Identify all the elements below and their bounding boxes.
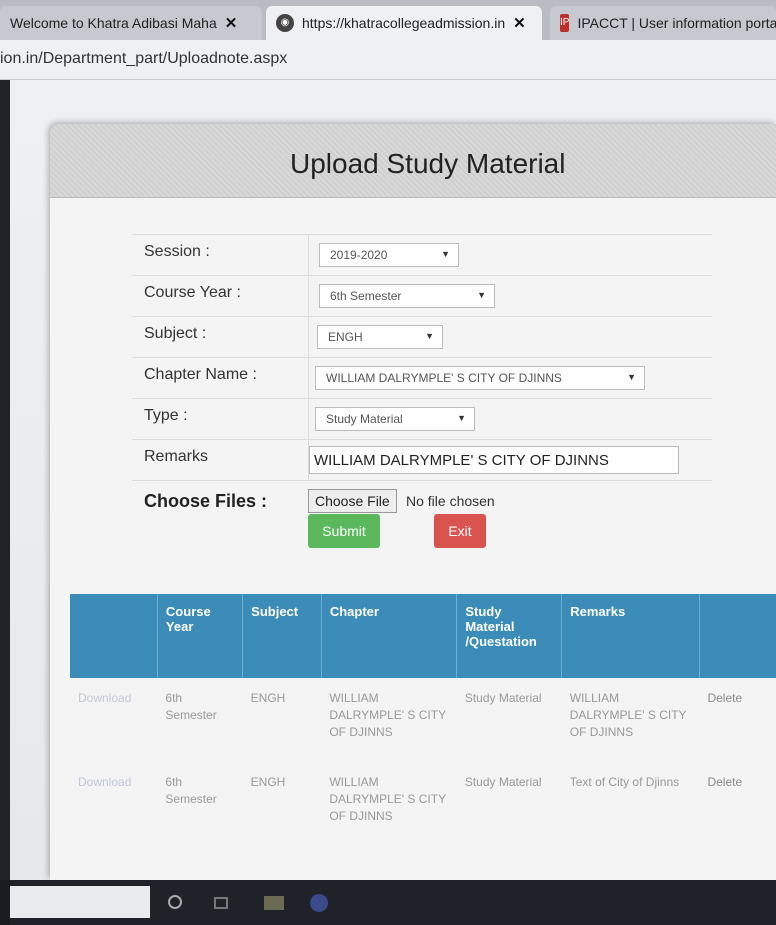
delete-link[interactable]: Delete [699,678,776,762]
delete-link[interactable]: Delete [699,762,776,846]
screen-bezel [0,80,10,880]
cell-chapter: WILLIAM DALRYMPLE' S CITY OF DJINNS [329,775,446,823]
course-year-select[interactable]: 6th Semester ▼ [319,284,495,308]
tab-label: IPACCT | User information porta [577,15,776,31]
materials-table: Course Year Subject Chapter Study Materi… [70,594,776,846]
close-icon[interactable]: ✕ [225,14,238,32]
browser-tab-bar: Welcome to Khatra Adibasi Maha ✕ ◉ https… [0,0,776,40]
task-view-icon[interactable] [214,897,228,909]
course-year-label: Course Year : [144,284,241,301]
cell-remarks: Text of City of Djinns [569,775,680,789]
chevron-down-icon: ▼ [457,413,466,423]
folder-icon[interactable] [264,896,284,910]
cell-chapter: WILLIAM DALRYMPLE' S CITY OF DJINNS [329,691,446,739]
download-link[interactable]: Download [70,678,157,762]
tab-ipacct[interactable]: IP IPACCT | User information porta [550,6,776,40]
cell-course-year: 6th Semester [165,691,217,722]
course-year-row: Course Year : 6th Semester ▼ [132,275,712,317]
type-select[interactable]: Study Material ▼ [315,407,475,431]
page-title: Upload Study Material [290,148,566,179]
cell-subject: ENGH [250,691,286,705]
ipacct-icon: IP [560,14,570,32]
panel-header: Upload Study Material [50,124,776,198]
taskbar-search-box[interactable] [10,886,150,918]
submit-button[interactable]: Submit [308,514,380,548]
download-link[interactable]: Download [70,762,157,846]
session-select[interactable]: 2019-2020 ▼ [319,243,459,267]
cortana-icon[interactable] [168,895,182,909]
cell-remarks: WILLIAM DALRYMPLE' S CITY OF DJINNS [569,691,687,739]
session-label: Session : [144,243,210,260]
files-row: Choose Files : Choose File No file chose… [132,480,712,521]
cell-subject: ENGH [250,775,286,789]
remarks-row: Remarks WILLIAM DALRYMPLE' S CITY OF DJI… [132,439,712,481]
exit-button[interactable]: Exit [434,514,486,548]
column-header: Chapter [321,594,458,678]
subject-select[interactable]: ENGH ▼ [317,325,443,349]
type-label: Type : [144,407,188,424]
os-taskbar [10,880,776,925]
cell-type: Study Material [464,775,542,789]
column-header: Course Year [157,594,244,678]
table-row: Download 6th Semester ENGH WILLIAM DALRY… [70,678,776,762]
column-header: Remarks [561,594,700,678]
remarks-input[interactable]: WILLIAM DALRYMPLE' S CITY OF DJINNS [309,446,679,474]
chevron-down-icon: ▼ [425,331,434,341]
session-row: Session : 2019-2020 ▼ [132,234,712,276]
tab-label: https://khatracollegeadmission.in [302,15,506,31]
column-header [699,594,776,678]
chevron-down-icon: ▼ [477,290,486,300]
cell-course-year: 6th Semester [165,775,217,806]
chapter-row: Chapter Name : WILLIAM DALRYMPLE' S CITY… [132,357,712,399]
column-header: Subject [242,594,322,678]
table-header-row: Course Year Subject Chapter Study Materi… [70,594,776,678]
address-bar[interactable]: ion.in/Department_part/Uploadnote.aspx [0,40,776,80]
browser-icon[interactable] [310,894,328,912]
page-viewport: Upload Study Material Session : 2019-202… [10,80,776,880]
table-row: Download 6th Semester ENGH WILLIAM DALRY… [70,762,776,846]
column-header: Study Material /Questation [456,594,563,678]
files-label: Choose Files : [144,491,268,511]
url-text[interactable]: ion.in/Department_part/Uploadnote.aspx [0,50,287,68]
type-row: Type : Study Material ▼ [132,398,712,440]
chapter-label: Chapter Name : [144,366,257,383]
column-header [70,594,158,678]
upload-panel: Upload Study Material Session : 2019-202… [50,124,776,880]
site-icon: ◉ [276,14,294,32]
cell-type: Study Material [464,691,542,705]
chapter-select[interactable]: WILLIAM DALRYMPLE' S CITY OF DJINNS ▼ [315,366,645,390]
chevron-down-icon: ▼ [441,249,450,259]
close-icon[interactable]: ✕ [513,14,526,32]
file-status: No file chosen [406,493,495,509]
remarks-label: Remarks [144,448,209,465]
subject-row: Subject : ENGH ▼ [132,316,712,358]
subject-label: Subject : [144,325,207,342]
tab-welcome[interactable]: Welcome to Khatra Adibasi Maha ✕ [0,6,262,40]
tab-khatra-admission[interactable]: ◉ https://khatracollegeadmission.in ✕ [266,6,542,40]
choose-file-button[interactable]: Choose File [308,489,397,513]
tab-label: Welcome to Khatra Adibasi Maha [10,15,217,31]
upload-form: Session : 2019-2020 ▼ Course Year : 6th … [132,234,712,521]
chevron-down-icon: ▼ [627,372,636,382]
